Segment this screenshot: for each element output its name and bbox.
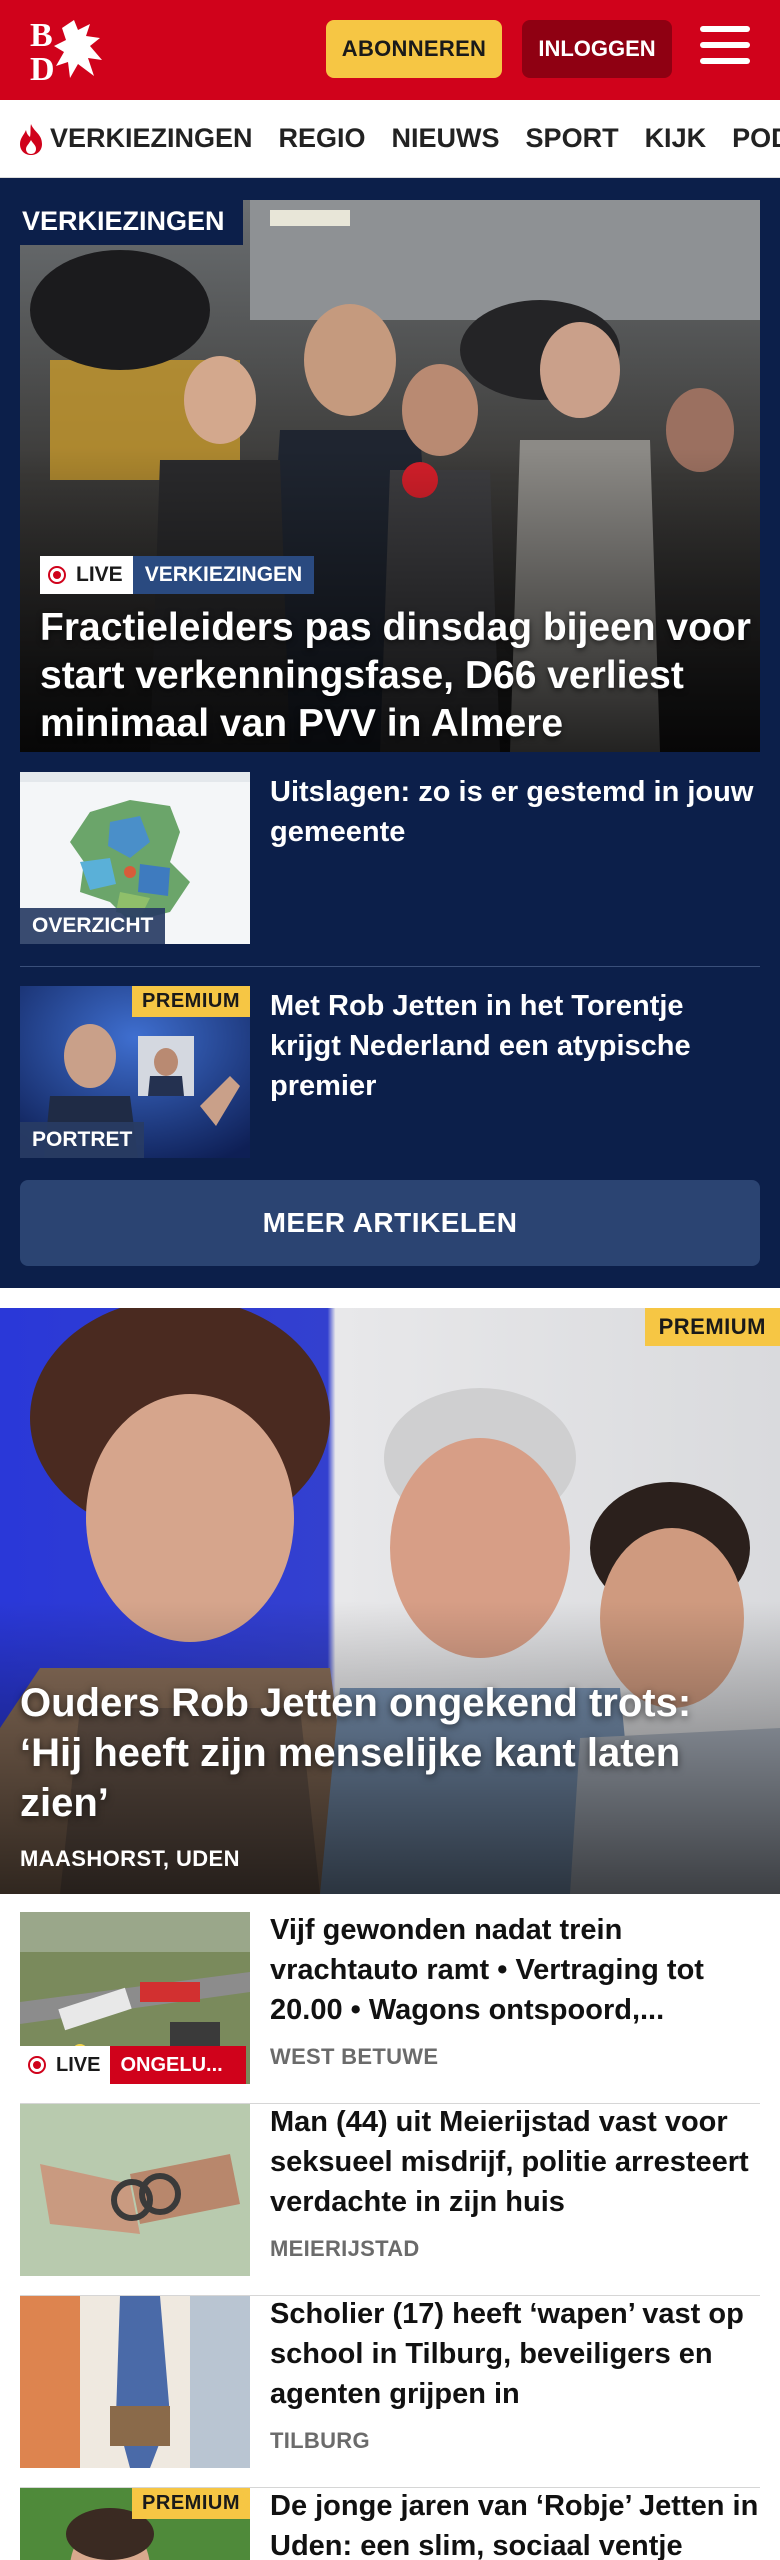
election-section: VERKIEZINGEN LIVE VERKIEZINGEN Fractiele… [0, 178, 780, 1288]
more-articles-button[interactable]: MEER ARTIKELEN [20, 1180, 760, 1266]
nav-item-sport[interactable]: SPORT [526, 123, 619, 154]
live-strip: LIVE ONGELU... [20, 2046, 247, 2084]
thumbnail-label: PORTRET [20, 1122, 145, 1158]
school-photo [20, 2296, 250, 2468]
article-thumbnail [20, 2296, 250, 2468]
election-article-portrait[interactable]: PREMIUM PORTRET Met Rob Jetten in het To… [20, 986, 760, 1158]
election-article-results[interactable]: OVERZICHT Uitslagen: zo is er gestemd in… [20, 772, 760, 944]
list-item[interactable]: Scholier (17) heeft ‘wapen’ vast op scho… [20, 2296, 760, 2488]
article-title[interactable]: Man (44) uit Meierijstad vast voor seksu… [270, 2102, 760, 2222]
nav-item-verkiezingen[interactable]: VERKIEZINGEN [16, 122, 253, 156]
article-title[interactable]: Uitslagen: zo is er gestemd in jouw geme… [270, 772, 760, 852]
live-dot-icon [28, 2056, 46, 2074]
article-title[interactable]: De jonge jaren van ‘Robje’ Jetten in Ude… [270, 2486, 760, 2560]
article-title[interactable]: Vijf gewonden nadat trein vrachtauto ram… [270, 1910, 760, 2030]
category-nav: VERKIEZINGEN REGIO NIEUWS SPORT KIJK POD… [0, 100, 780, 178]
article-thumbnail: LIVE ONGELU... [20, 1912, 250, 2084]
live-label: LIVE [56, 2053, 101, 2076]
live-badge: LIVE [40, 556, 133, 594]
article-thumbnail: PREMIUM PORTRET [20, 986, 250, 1158]
category-badge: VERKIEZINGEN [132, 556, 315, 594]
login-button[interactable]: INLOGGEN [522, 20, 672, 78]
subscribe-button[interactable]: ABONNEREN [326, 20, 502, 78]
nav-item-nieuws[interactable]: NIEUWS [392, 123, 500, 154]
nav-item-regio[interactable]: REGIO [279, 123, 366, 154]
svg-text:B: B [30, 17, 53, 54]
live-label: LIVE [76, 563, 123, 586]
hero-badges: LIVE VERKIEZINGEN [40, 556, 315, 594]
premium-badge: PREMIUM [132, 2488, 250, 2519]
list-item[interactable]: PREMIUM De jonge jaren van ‘Robje’ Jette… [20, 2488, 760, 2560]
premium-badge: PREMIUM [644, 1308, 780, 1346]
article-thumbnail: PREMIUM [20, 2488, 250, 2560]
article-location: TILBURG [270, 2428, 370, 2453]
hamburger-menu-icon[interactable] [700, 26, 752, 70]
feature-title[interactable]: Ouders Rob Jetten ongekend trots: ‘Hij h… [20, 1678, 760, 1828]
list-item[interactable]: LIVE ONGELU... Vijf gewonden nadat trein… [20, 1912, 760, 2104]
category-badge: ONGELU... [110, 2046, 247, 2084]
premium-badge: PREMIUM [132, 986, 250, 1017]
handcuffs-photo [20, 2104, 250, 2276]
article-title[interactable]: Met Rob Jetten in het Torentje krijgt Ne… [270, 986, 760, 1106]
article-title[interactable]: Scholier (17) heeft ‘wapen’ vast op scho… [270, 2294, 760, 2414]
article-thumbnail [20, 2104, 250, 2276]
article-location: WEST BETUWE [270, 2044, 439, 2069]
svg-text:D: D [30, 51, 55, 84]
feature-location: MAASHORST, UDEN [20, 1846, 240, 1871]
bd-logo[interactable]: B D [28, 16, 114, 84]
nav-label: VERKIEZINGEN [50, 123, 253, 153]
list-item[interactable]: Man (44) uit Meierijstad vast voor seksu… [20, 2104, 760, 2296]
feature-article[interactable]: PREMIUM Ouders Rob Jetten ongekend trots… [0, 1308, 780, 1894]
hero-article[interactable]: VERKIEZINGEN LIVE VERKIEZINGEN Fractiele… [20, 200, 760, 752]
live-dot-icon [48, 566, 66, 584]
hero-title[interactable]: Fractieleiders pas dinsdag bijeen voor s… [40, 604, 760, 748]
top-bar: B D ABONNEREN INLOGGEN [0, 0, 780, 100]
live-badge: LIVE [20, 2046, 111, 2084]
nav-item-podcast[interactable]: PODC [732, 123, 780, 154]
article-thumbnail: OVERZICHT [20, 772, 250, 944]
nav-item-kijk[interactable]: KIJK [645, 123, 707, 154]
article-location: MEIERIJSTAD [270, 2236, 420, 2261]
flame-icon [20, 123, 42, 155]
divider [20, 966, 760, 967]
section-label: VERKIEZINGEN [20, 200, 243, 245]
thumbnail-label: OVERZICHT [20, 908, 166, 944]
